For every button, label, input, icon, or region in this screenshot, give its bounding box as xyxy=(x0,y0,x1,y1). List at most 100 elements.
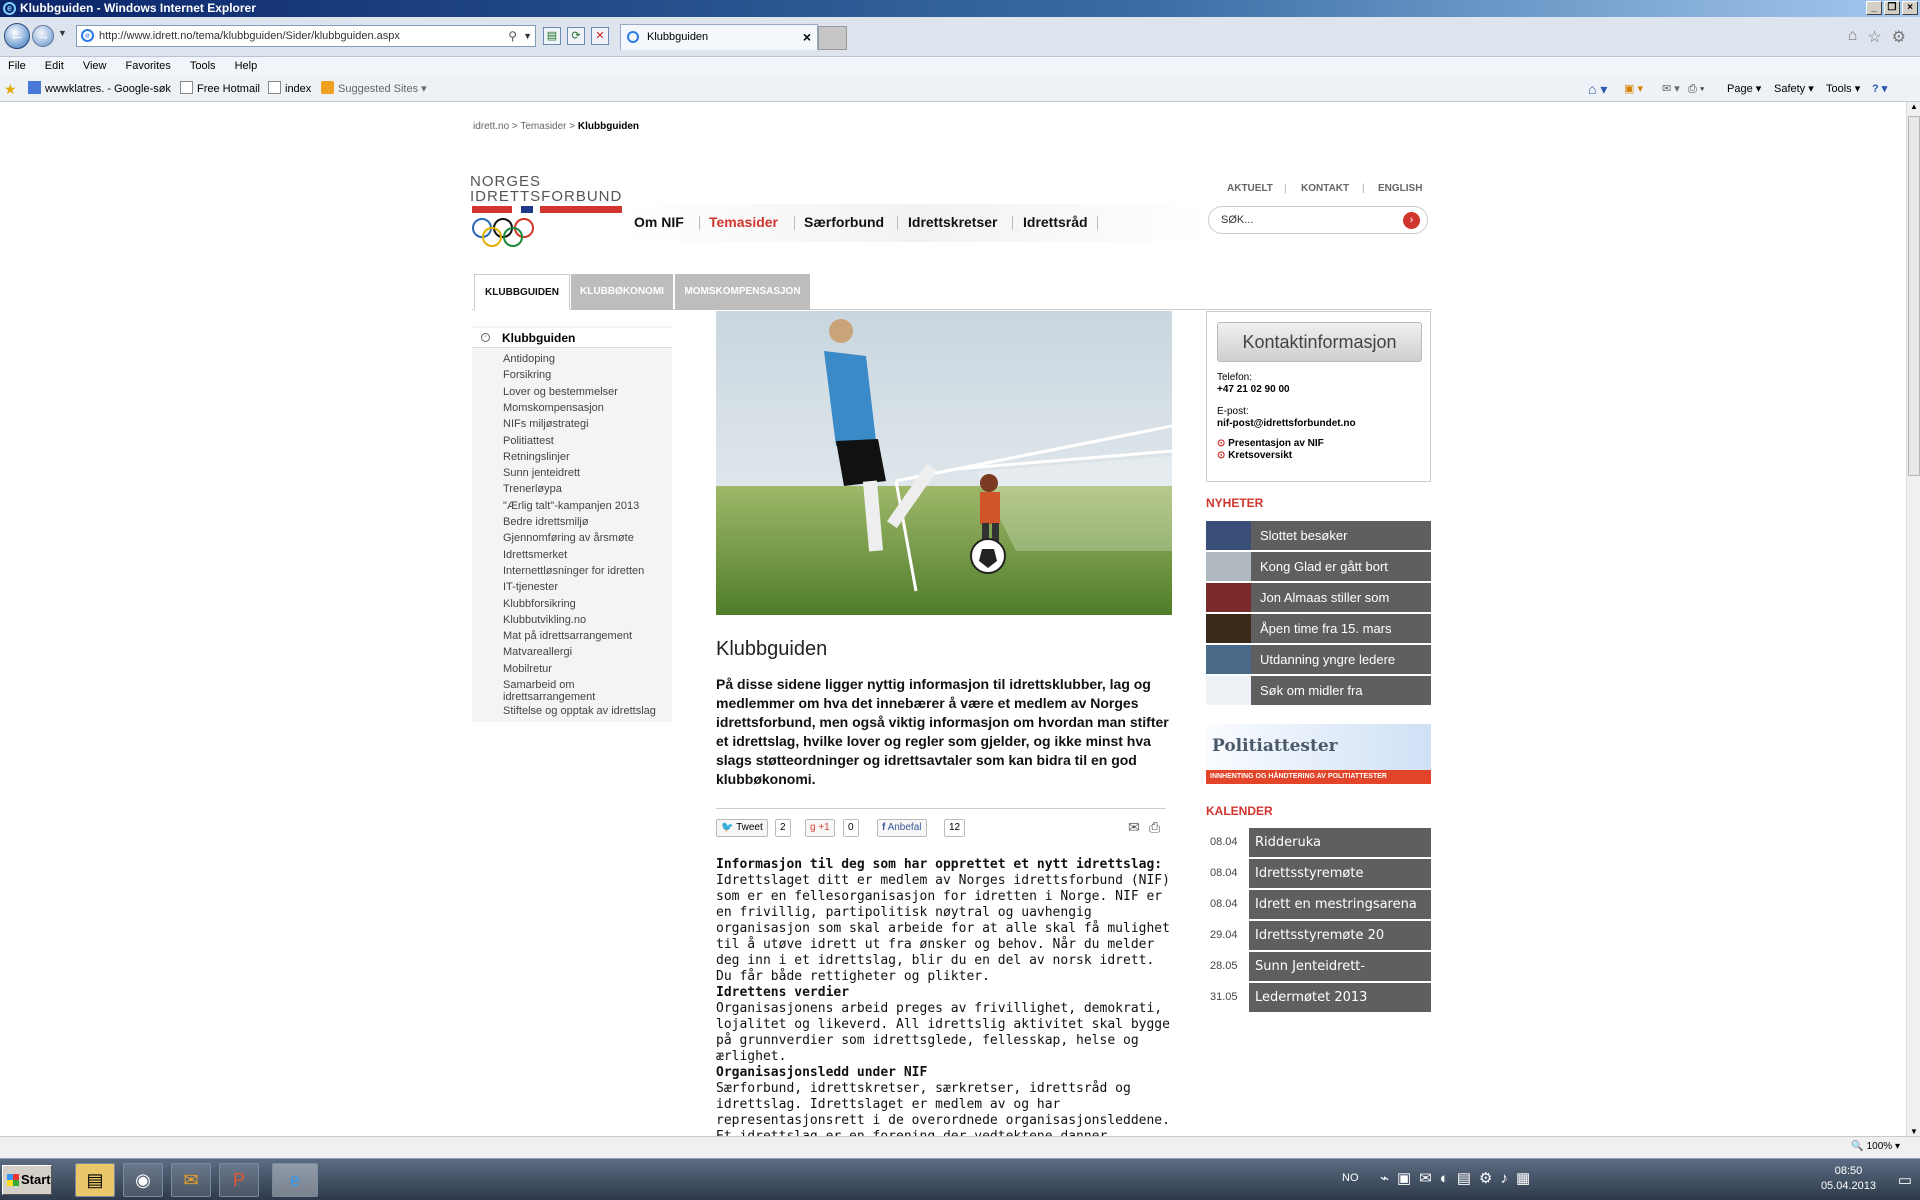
mainnav-saerforbund[interactable]: Særforbund xyxy=(804,214,884,230)
sidebar-item[interactable]: Lover og bestemmelser xyxy=(503,386,668,398)
sidebar-item[interactable]: NIFs miljøstrategi xyxy=(503,418,668,430)
scroll-down-icon[interactable]: ▼ xyxy=(1910,1127,1918,1136)
email-icon[interactable]: ✉ xyxy=(1128,819,1140,836)
stop-icon[interactable]: ✕ xyxy=(591,27,609,45)
tab-close-icon[interactable]: × xyxy=(803,25,811,49)
gplus-button[interactable]: g +1 xyxy=(805,819,835,837)
news-item[interactable]: Jon Almaas stiller som xyxy=(1206,583,1431,612)
calendar-item[interactable]: 28.05 Sunn Jenteidrett- xyxy=(1206,952,1431,981)
email-value[interactable]: nif-post@idrettsforbundet.no xyxy=(1217,418,1356,430)
favorite-link-suggested-sites[interactable]: Suggested Sites ▾ xyxy=(321,76,427,102)
refresh-icon[interactable]: ⟳ xyxy=(567,27,585,45)
home-icon[interactable]: ⌂ ▾ xyxy=(1588,76,1607,102)
rss-feed-icon[interactable]: ▣ ▾ xyxy=(1624,76,1643,102)
contact-info-button[interactable]: Kontaktinformasjon xyxy=(1217,322,1422,362)
sidebar-item[interactable]: Bedre idrettsmiljø xyxy=(503,516,668,528)
sidebar-item[interactable]: Gjennomføring av årsmøte xyxy=(503,532,668,544)
sidebar-item[interactable]: Retningslinjer xyxy=(503,451,668,463)
minimize-button[interactable]: _ xyxy=(1866,1,1882,15)
clock[interactable]: 08:50 05.04.2013 xyxy=(1821,1164,1876,1194)
compatibility-view-icon[interactable]: ▤ xyxy=(543,27,561,45)
menu-favorites[interactable]: Favorites xyxy=(126,60,171,72)
sidebar-item[interactable]: Klubbutvikling.no xyxy=(503,614,668,626)
sidebar-item[interactable]: Antidoping xyxy=(503,353,668,365)
search-go-icon[interactable]: › xyxy=(1403,212,1420,229)
internet-explorer-taskbar-icon[interactable]: e xyxy=(272,1163,318,1197)
calendar-item[interactable]: 08.04 Idrettsstyremøte xyxy=(1206,859,1431,888)
calendar-item[interactable]: 08.04 Idrett en mestringsarena xyxy=(1206,890,1431,919)
favorites-star-icon[interactable]: ☆ xyxy=(1867,27,1881,47)
mainnav-idrettsrad[interactable]: Idrettsråd xyxy=(1023,214,1088,230)
calendar-item[interactable]: 31.05 Ledermøtet 2013 xyxy=(1206,983,1431,1012)
show-desktop-icon[interactable]: ▭ xyxy=(1898,1171,1912,1189)
sidebar-item[interactable]: "Ærlig talt"-kampanjen 2013 xyxy=(503,500,668,512)
topnav-kontakt[interactable]: KONTAKT xyxy=(1301,183,1349,194)
mail-icon[interactable]: ✉ ▾ xyxy=(1662,76,1680,102)
calendar-item[interactable]: 29.04 Idrettsstyremøte 20 xyxy=(1206,921,1431,950)
menu-tools[interactable]: Tools xyxy=(190,60,216,72)
favorites-star-icon[interactable]: ★ xyxy=(4,76,17,102)
restore-button[interactable]: ❐ xyxy=(1884,1,1900,15)
sidebar-item[interactable]: Politiattest xyxy=(503,435,668,447)
sidebar-title[interactable]: Klubbguiden xyxy=(502,331,575,345)
contact-link[interactable]: ⊙ Kretsoversikt xyxy=(1217,450,1356,462)
subtab-klubbokonomi[interactable]: KLUBBØKONOMI xyxy=(571,274,673,310)
sidebar-item[interactable]: Klubbforsikring xyxy=(503,598,668,610)
news-item[interactable]: Åpen time fra 15. mars xyxy=(1206,614,1431,643)
sidebar-item[interactable]: Stiftelse og opptak av idrettslag xyxy=(503,705,668,717)
page-menu[interactable]: Page ▾ xyxy=(1727,76,1761,102)
mainnav-om-nif[interactable]: Om NIF xyxy=(634,214,684,230)
menu-file[interactable]: File xyxy=(8,60,26,72)
print-icon[interactable]: ⎙ xyxy=(1149,819,1160,836)
search-field[interactable]: SØK... › xyxy=(1208,206,1428,234)
explorer-taskbar-icon[interactable]: ▤ xyxy=(75,1163,115,1197)
menu-edit[interactable]: Edit xyxy=(45,60,64,72)
mainnav-idrettskretser[interactable]: Idrettskretser xyxy=(908,214,998,230)
address-bar[interactable]: e http://www.idrett.no/tema/klubbguiden/… xyxy=(76,25,536,47)
history-dropdown-icon[interactable]: ▼ xyxy=(58,28,67,38)
topnav-aktuelt[interactable]: AKTUELT xyxy=(1227,183,1273,194)
language-indicator[interactable]: NO xyxy=(1342,1172,1359,1184)
facebook-recommend-button[interactable]: f Anbefal xyxy=(877,819,927,837)
tab-klubbguiden[interactable]: Klubbguiden × xyxy=(620,24,818,50)
calendar-item[interactable]: 08.04 Ridderuka xyxy=(1206,828,1431,857)
address-dropdown-icon[interactable]: ▼ xyxy=(523,26,532,46)
breadcrumb-temasider[interactable]: Temasider xyxy=(520,121,566,132)
safety-menu[interactable]: Safety ▾ xyxy=(1774,76,1814,102)
home-icon[interactable]: ⌂ xyxy=(1848,27,1858,47)
search-icon[interactable]: ⚲ xyxy=(508,26,517,46)
news-item[interactable]: Kong Glad er gått bort xyxy=(1206,552,1431,581)
mainnav-temasider[interactable]: Temasider xyxy=(709,214,778,230)
menu-view[interactable]: View xyxy=(83,60,107,72)
news-item[interactable]: Utdanning yngre ledere xyxy=(1206,645,1431,674)
nif-logo[interactable]: NORGES IDRETTSFORBUND xyxy=(470,174,622,204)
sidebar-item[interactable]: Mobilretur xyxy=(503,663,668,675)
news-item[interactable]: Søk om midler fra xyxy=(1206,676,1431,705)
sidebar-item[interactable]: Matvareallergi xyxy=(503,646,668,658)
favorite-link-google[interactable]: wwwklatres. - Google-søk xyxy=(28,76,171,102)
sidebar-item[interactable]: IT-tjenester xyxy=(503,581,668,593)
menu-help[interactable]: Help xyxy=(235,60,258,72)
tray-icons[interactable]: ⌁▣✉◐▤⚙♪▦ xyxy=(1380,1169,1538,1187)
sidebar-item[interactable]: Mat på idrettsarrangement xyxy=(503,630,668,642)
sidebar-item[interactable]: Internettløsninger for idretten xyxy=(503,565,668,577)
subtab-klubbguiden[interactable]: KLUBBGUIDEN xyxy=(474,274,570,310)
tools-menu[interactable]: Tools ▾ xyxy=(1826,76,1860,102)
new-tab-button[interactable] xyxy=(818,26,847,50)
help-icon[interactable]: ? ▾ xyxy=(1872,76,1887,102)
back-button[interactable]: ← xyxy=(4,23,30,49)
contact-link[interactable]: ⊙ Presentasjon av NIF xyxy=(1217,438,1356,450)
close-button[interactable]: × xyxy=(1902,1,1918,15)
forward-button[interactable]: → xyxy=(32,25,54,47)
sidebar-item[interactable]: Samarbeid om idrettsarrangement xyxy=(503,679,668,703)
sidebar-item[interactable]: Sunn jenteidrett xyxy=(503,467,668,479)
favorite-link-index[interactable]: index xyxy=(268,76,311,102)
outlook-taskbar-icon[interactable]: ✉ xyxy=(171,1163,211,1197)
powerpoint-taskbar-icon[interactable]: P xyxy=(219,1163,259,1197)
settings-gear-icon[interactable]: ⚙ xyxy=(1892,27,1906,47)
search-input[interactable]: SØK... xyxy=(1221,214,1253,226)
sidebar-item[interactable]: Trenerløypa xyxy=(503,483,668,495)
favorite-link-hotmail[interactable]: Free Hotmail xyxy=(180,76,260,102)
news-item[interactable]: Slottet besøker xyxy=(1206,521,1431,550)
zoom-level[interactable]: 🔍 100% ▾ xyxy=(1851,1137,1900,1157)
